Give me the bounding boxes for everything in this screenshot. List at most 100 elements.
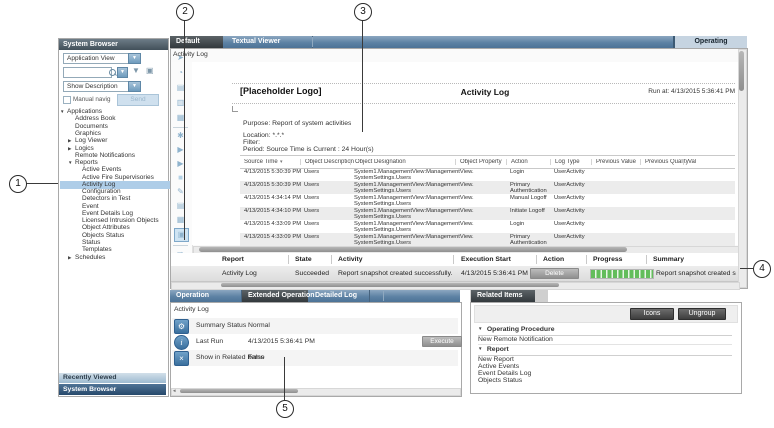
expand-down-icon[interactable]: ▼ — [478, 326, 485, 331]
tree-item-object-attributes[interactable]: Object Attributes — [60, 224, 186, 232]
callout-4-line — [740, 268, 753, 269]
search-dropdown-icon[interactable]: ▼ — [117, 67, 128, 78]
search-input[interactable] — [63, 67, 112, 78]
summary-report: Activity Log — [222, 270, 257, 277]
icons-button[interactable]: Icons — [630, 308, 674, 320]
close-icon: × — [174, 351, 189, 366]
history-icon[interactable]: ◔ — [174, 67, 187, 79]
vertical-scrollbar-thumb[interactable] — [739, 51, 744, 91]
tree-item-address-book[interactable]: Address Book — [60, 115, 172, 123]
play-icon[interactable]: ▶ — [174, 144, 187, 156]
view-selector-arrow-icon[interactable]: ▼ — [128, 53, 141, 64]
page-margin-mark — [232, 106, 238, 112]
operation-object-label: Activity Log — [174, 306, 209, 313]
save-filter-icon[interactable]: ▣ — [146, 66, 154, 75]
col-object-designation[interactable]: Object Designation — [350, 159, 406, 165]
tab-extended-operation[interactable]: Extended Operation — [242, 290, 308, 302]
related-item[interactable]: New Remote Notification — [478, 336, 732, 345]
report-divider — [232, 103, 735, 104]
related-group-report[interactable]: ▼ Report — [478, 346, 732, 356]
related-item[interactable]: New Report — [478, 356, 732, 363]
operation-row-last-run: i Last Run 4/13/2015 5:36:41 PM Execute — [172, 334, 458, 350]
tab-operation[interactable]: Operation — [170, 290, 242, 302]
table-row: 4/13/2015 4:34:14 PMUsers System1.Manage… — [240, 194, 735, 207]
operation-hscrollbar-thumb[interactable] — [180, 389, 298, 393]
ungroup-button[interactable]: Ungroup — [678, 308, 726, 320]
col-previous-value[interactable]: Previous Value — [591, 159, 636, 165]
description-selector[interactable]: Show Description — [63, 81, 132, 92]
snapshot-icon[interactable]: ▣ — [174, 228, 189, 242]
tree-item-schedules[interactable]: ▶Schedules — [60, 254, 172, 262]
operating-mode-badge[interactable]: Operating — [673, 36, 747, 48]
tab-textual-viewer[interactable]: Textual Viewer — [226, 36, 313, 48]
callout-3-line — [362, 19, 363, 132]
callout-5: 5 — [276, 400, 294, 418]
summary-col-execution-start: Execution Start — [461, 256, 511, 263]
manual-nav-checkbox[interactable] — [63, 96, 71, 104]
col-object-description[interactable]: Object Description — [300, 159, 354, 165]
col-action[interactable]: Action — [506, 159, 528, 165]
callout-1: 1 — [9, 175, 27, 193]
edit-icon[interactable]: ✎ — [174, 186, 187, 198]
col-object-property[interactable]: Object Property — [455, 159, 502, 165]
col-previous-quality[interactable]: Previous Quality — [640, 159, 689, 165]
summary-col-report: Report — [222, 256, 244, 263]
execute-button[interactable]: Execute — [422, 336, 462, 347]
tree-item-detectors-in-test[interactable]: Detectors in Test — [60, 195, 186, 203]
description-selector-arrow-icon[interactable]: ▼ — [128, 81, 141, 92]
send-button[interactable]: Send — [117, 94, 159, 106]
callout-2: 2 — [176, 3, 194, 21]
operation-row-show-in-related-items: × Show in Related Items False — [172, 350, 458, 366]
progress-bar — [590, 269, 654, 279]
summary-col-activity: Activity — [338, 256, 363, 263]
tree-item-log-viewer[interactable]: ▶Log Viewer — [60, 137, 172, 145]
layout-2-icon[interactable]: ▥ — [174, 97, 187, 109]
recently-viewed-bar[interactable]: Recently Viewed — [59, 373, 166, 383]
summary-header-row: Report State Activity Execution Start Ac… — [171, 253, 738, 267]
expand-right-icon[interactable]: ▶ — [68, 137, 75, 145]
callout-5-line — [284, 357, 285, 400]
layout-3-icon[interactable]: ▦ — [174, 112, 187, 124]
view-selector[interactable]: Application View — [63, 53, 132, 64]
related-group-operating-procedure[interactable]: ▼ Operating Procedure — [478, 326, 732, 336]
play-badge-icon[interactable]: ▶ — [174, 158, 187, 170]
tab-default[interactable]: Default — [170, 36, 223, 48]
tree-item-templates[interactable]: Templates — [60, 246, 186, 254]
system-browser-bottom-tab[interactable]: System Browser — [59, 384, 166, 395]
col-log-type[interactable]: Log Type — [550, 159, 580, 165]
top-tab-bar: Default Textual Viewer Operating — [170, 36, 746, 48]
related-item[interactable]: Event Details Log — [478, 370, 732, 377]
report-purpose: Purpose: Report of system activities — [243, 120, 351, 127]
system-browser-title: System Browser — [59, 39, 168, 50]
summary-col-summary: Summary — [653, 256, 684, 263]
summary-hscrollbar-thumb[interactable] — [221, 283, 559, 287]
gear-icon: ⚙ — [174, 319, 189, 334]
stop-icon[interactable]: ■ — [174, 172, 187, 184]
toolbar-separator — [173, 127, 188, 128]
table-row: 4/13/2015 4:33:09 PMUsers System1.Manage… — [240, 220, 735, 233]
layout-icon[interactable]: ▤ — [174, 82, 187, 94]
callout-2-line — [184, 19, 185, 240]
tree-item-active-events[interactable]: Active Events — [60, 166, 186, 174]
tab-detailed-log[interactable]: Detailed Log — [309, 290, 370, 302]
related-item[interactable]: Active Events — [478, 363, 732, 370]
excel-export-icon[interactable]: ▦ — [174, 214, 187, 226]
col-source-time[interactable]: Source Time — [244, 159, 278, 165]
related-item[interactable]: Objects Status — [478, 377, 732, 384]
pdf-export-icon[interactable]: ▤ — [174, 200, 187, 212]
report-hscrollbar-thumb[interactable] — [199, 247, 627, 252]
figure: { "callouts": {"c1":"1","c2":"2","c3":"3… — [0, 0, 774, 428]
tab-related-items[interactable]: Related Items — [471, 290, 535, 302]
summary-row[interactable]: Activity Log Succeeded Report snapshot c… — [171, 266, 738, 282]
filter-icon[interactable]: ▼ — [132, 66, 140, 75]
col-value[interactable]: Val — [683, 159, 696, 165]
manual-nav-label: Manual navig — [73, 96, 110, 103]
settings-icon[interactable]: ✱ — [174, 130, 187, 142]
expand-right-icon[interactable]: ▶ — [68, 254, 75, 262]
sort-arrow-icon[interactable]: ▾ — [280, 159, 283, 165]
delete-button[interactable]: Delete — [530, 268, 579, 279]
pane-title: Activity Log — [173, 51, 208, 58]
expand-down-icon[interactable]: ▼ — [478, 346, 485, 351]
left-arrow-icon[interactable]: ◄ — [172, 388, 176, 393]
report-period: Period: Source Time is Current : 24 Hour… — [243, 146, 374, 153]
